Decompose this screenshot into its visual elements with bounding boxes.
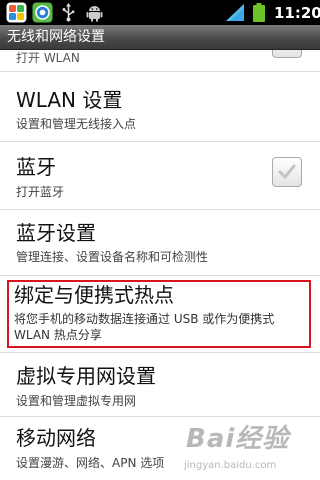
baidu-watermark: Bai经验 jingyan.baidu.com — [172, 418, 312, 476]
list-item-wlan-settings[interactable]: WLAN 设置 设置和管理无线接入点 — [0, 72, 320, 134]
list-item-wlan-toggle[interactable]: 打开 WLAN — [0, 50, 320, 72]
browser-icon — [32, 2, 53, 23]
list-item-vpn-settings[interactable]: 虚拟专用网设置 设置和管理虚拟专用网 — [0, 353, 320, 415]
list-item-bluetooth-toggle[interactable]: 蓝牙 打开蓝牙 — [0, 142, 320, 204]
signal-icon — [226, 4, 244, 21]
wlan-checkbox[interactable] — [272, 50, 302, 58]
mobile-networks-summary: 设置漫游、网络、APN 选项 — [16, 456, 165, 470]
battery-icon — [253, 3, 265, 22]
vpn-settings-summary: 设置和管理虚拟专用网 — [16, 394, 137, 408]
vpn-settings-title: 虚拟专用网设置 — [16, 364, 156, 388]
android-screen: 11:20 无线和网络设置 打开 WLAN WLAN 设置 设置和管理无线接入点… — [0, 0, 320, 480]
watermark-url: jingyan.baidu.com — [184, 460, 277, 471]
wlan-toggle-summary: 打开 WLAN — [16, 51, 80, 65]
wlan-settings-title: WLAN 设置 — [16, 88, 123, 112]
title-bar: 无线和网络设置 — [0, 25, 320, 50]
bluetooth-summary: 打开蓝牙 — [16, 185, 65, 199]
status-time: 11:20 — [274, 4, 320, 22]
bluetooth-settings-summary: 管理连接、设置设备名称和可检测性 — [16, 250, 209, 264]
highlight-box — [7, 280, 311, 348]
usb-icon — [58, 2, 79, 23]
checkmark-icon — [278, 164, 296, 179]
wlan-settings-summary: 设置和管理无线接入点 — [16, 117, 137, 131]
status-bar: 11:20 — [0, 0, 320, 25]
list-item-bluetooth-settings[interactable]: 蓝牙设置 管理连接、设置设备名称和可检测性 — [0, 210, 320, 272]
settings-list[interactable]: 打开 WLAN WLAN 设置 设置和管理无线接入点 蓝牙 打开蓝牙 蓝牙设置 … — [0, 50, 320, 480]
android-debug-icon — [84, 2, 105, 23]
bluetooth-checkbox[interactable] — [272, 157, 302, 187]
page-title: 无线和网络设置 — [7, 29, 105, 45]
mobile-networks-title: 移动网络 — [16, 426, 96, 450]
bluetooth-title: 蓝牙 — [16, 155, 56, 179]
watermark-logo: Bai经验 — [186, 424, 290, 454]
bluetooth-settings-title: 蓝牙设置 — [16, 221, 96, 245]
app-launcher-icon — [6, 2, 27, 23]
